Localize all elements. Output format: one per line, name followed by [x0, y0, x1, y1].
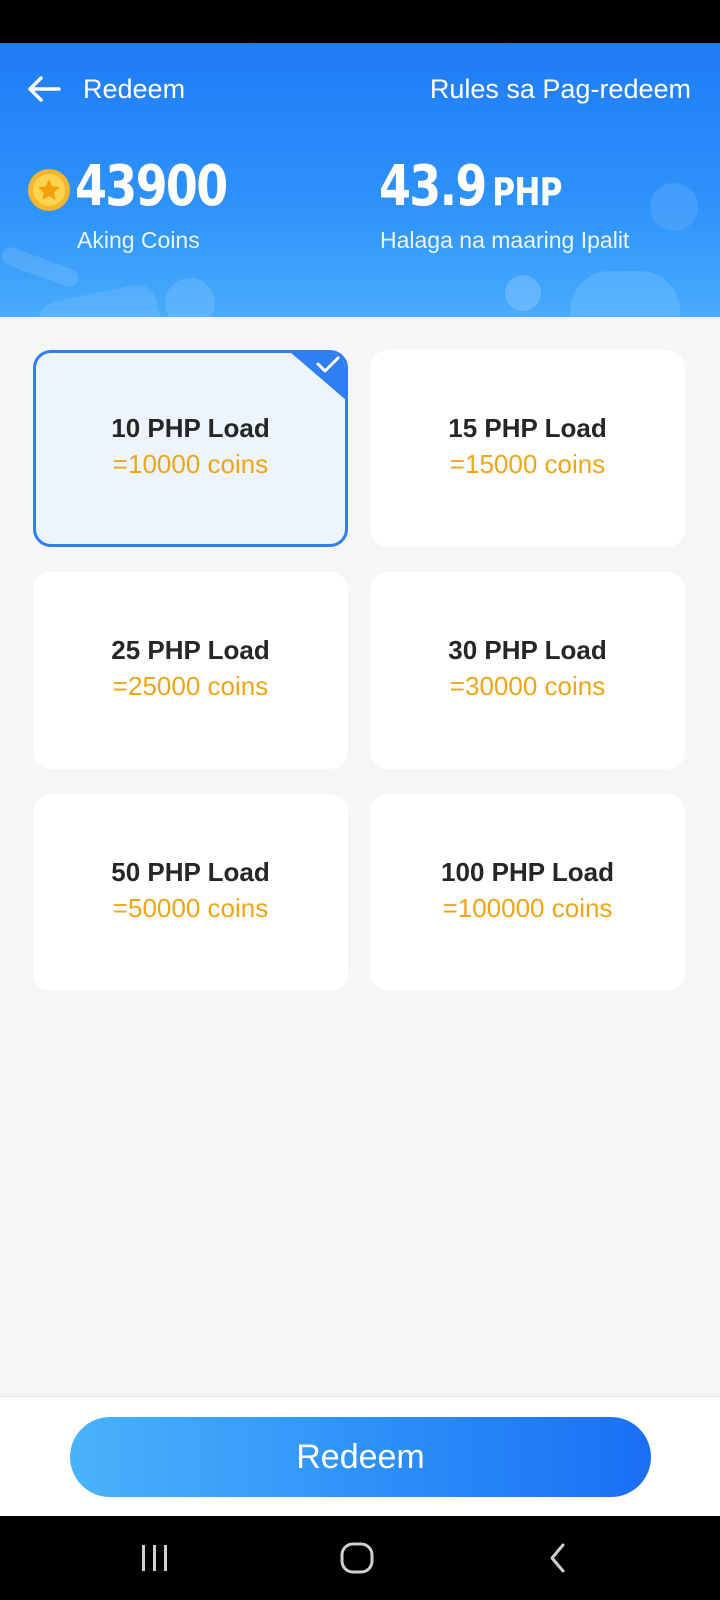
option-title: 15 PHP Load [448, 413, 607, 443]
option-title: 100 PHP Load [441, 857, 614, 887]
recent-apps-button[interactable] [135, 1538, 175, 1578]
page-title: Redeem [83, 74, 186, 104]
php-value: 43.9 PHP [379, 155, 562, 224]
load-option-card[interactable]: 25 PHP Load =25000 coins [33, 572, 348, 769]
load-option-card[interactable]: 30 PHP Load =30000 coins [370, 572, 685, 769]
check-icon [291, 353, 345, 400]
decor-bubble [650, 183, 698, 231]
nav-back-button[interactable] [540, 1538, 576, 1578]
coins-balance: 43900 [75, 154, 228, 219]
system-nav-bar [0, 1516, 720, 1600]
decor-bubble [505, 275, 541, 311]
load-option-card[interactable]: 10 PHP Load =10000 coins [33, 350, 348, 547]
option-coins: =30000 coins [449, 671, 606, 701]
decor-mascot [570, 271, 680, 317]
option-title: 30 PHP Load [448, 635, 607, 665]
home-button[interactable] [335, 1538, 379, 1578]
load-option-card[interactable]: 100 PHP Load =100000 coins [370, 794, 685, 991]
rules-link[interactable]: Rules sa Pag-redeem [430, 72, 691, 106]
arrow-left-icon [28, 76, 61, 102]
redeem-button[interactable]: Redeem [70, 1417, 651, 1497]
home-icon [340, 1542, 374, 1574]
recent-apps-icon [142, 1545, 167, 1571]
status-bar [0, 0, 720, 43]
option-coins: =25000 coins [112, 671, 269, 701]
load-option-card[interactable]: 50 PHP Load =50000 coins [33, 794, 348, 991]
decor-bubble [165, 278, 215, 317]
php-label: Halaga na maaring Ipalit [380, 227, 630, 253]
back-button[interactable] [24, 71, 64, 107]
option-title: 10 PHP Load [111, 413, 270, 443]
option-coins: =15000 coins [449, 449, 606, 479]
star-coin-icon [28, 169, 70, 211]
header: Redeem Rules sa Pag-redeem 43900 Aking C… [0, 43, 720, 317]
option-coins: =50000 coins [112, 893, 269, 923]
option-coins: =100000 coins [442, 893, 613, 923]
option-coins: =10000 coins [112, 449, 269, 479]
back-icon [550, 1543, 565, 1573]
bottom-bar: Redeem [0, 1396, 720, 1516]
decor-shape [0, 244, 81, 290]
coins-label: Aking Coins [77, 227, 200, 253]
option-title: 25 PHP Load [111, 635, 270, 665]
php-unit: PHP [492, 170, 562, 214]
decor-shape [35, 281, 165, 317]
load-option-card[interactable]: 15 PHP Load =15000 coins [370, 350, 685, 547]
option-title: 50 PHP Load [111, 857, 270, 887]
php-amount: 43.9 [379, 154, 487, 219]
